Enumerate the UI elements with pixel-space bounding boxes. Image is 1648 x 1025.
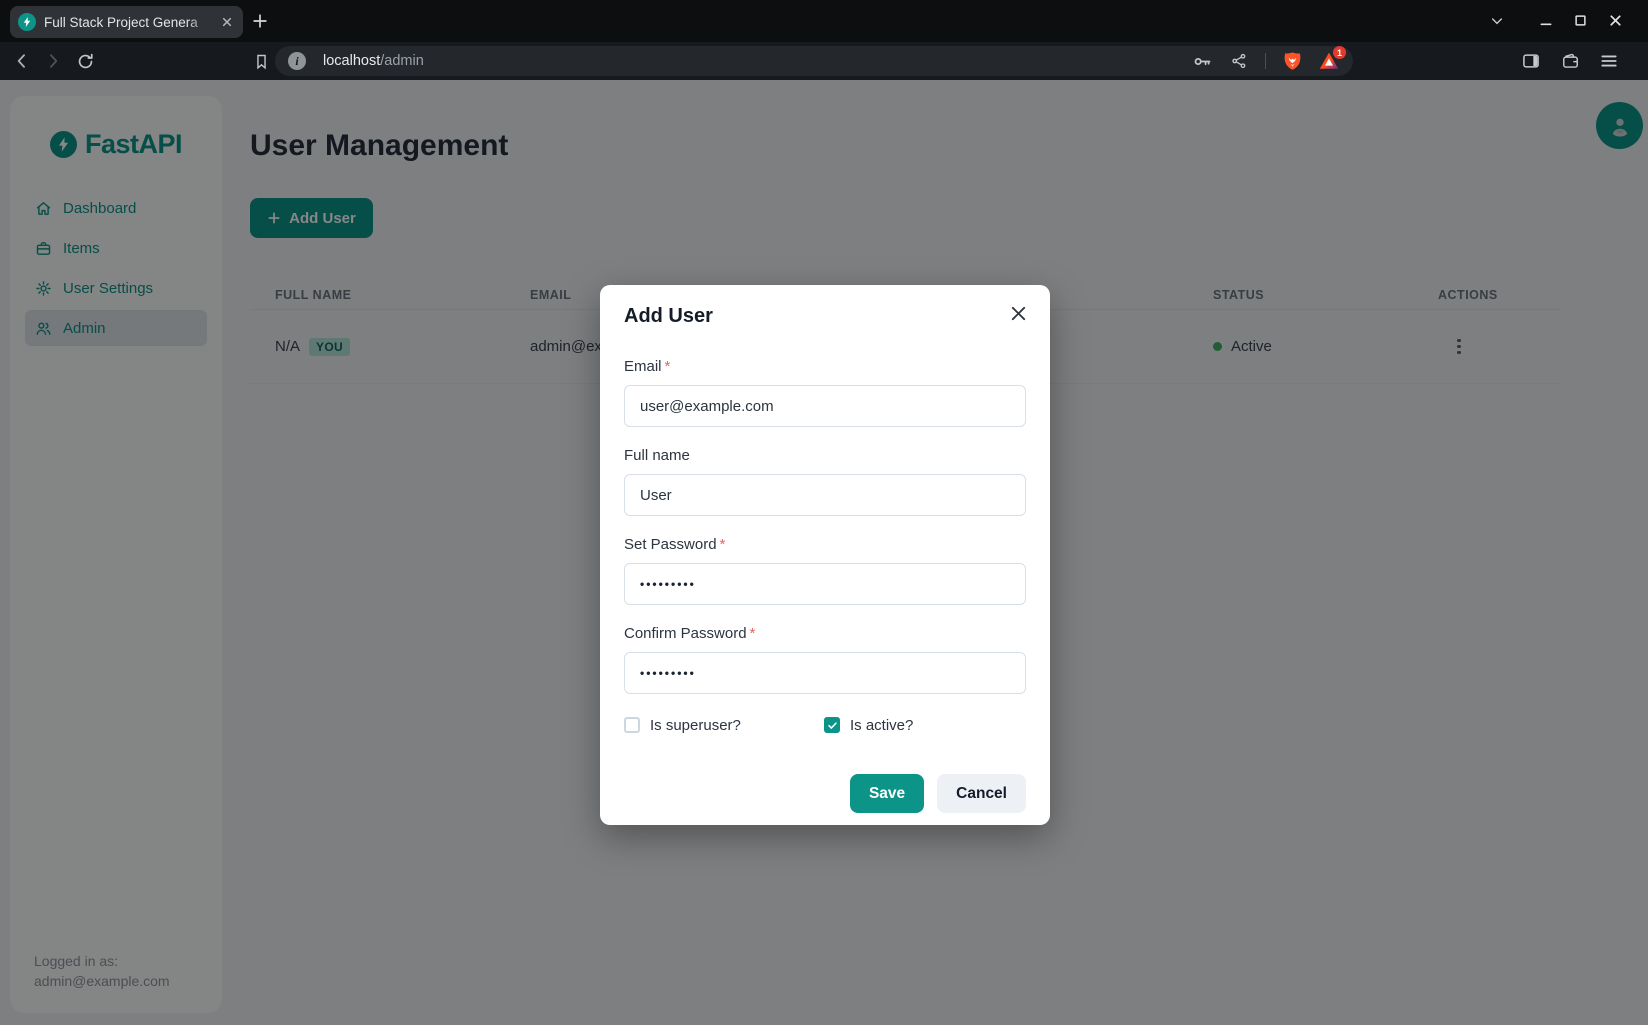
menu-hamburger-icon[interactable] [1598, 50, 1620, 72]
toolbar-divider [1265, 53, 1266, 69]
cancel-button[interactable]: Cancel [937, 774, 1026, 813]
confirm-password-field-group: Confirm Password* [624, 623, 1026, 694]
tab-search-chevron-icon[interactable] [1486, 10, 1507, 31]
brave-shield-icon[interactable] [1281, 50, 1303, 72]
is-superuser-checkbox[interactable]: Is superuser? [624, 717, 824, 734]
password-field-group: Set Password* [624, 534, 1026, 605]
required-marker: * [720, 536, 726, 553]
url-text: localhost/admin [323, 53, 424, 69]
email-field-group: Email* [624, 356, 1026, 427]
reload-button-icon[interactable] [74, 50, 96, 72]
bookmark-icon[interactable] [250, 50, 272, 72]
site-info-icon[interactable]: i [288, 52, 306, 70]
url-bar[interactable]: i localhost/admin 1 [275, 46, 1353, 76]
window-maximize-button[interactable] [1570, 10, 1591, 31]
checkbox-unchecked-icon[interactable] [624, 717, 640, 733]
browser-toolbar: i localhost/admin 1 [0, 42, 1648, 80]
forward-button-icon[interactable] [42, 50, 64, 72]
new-tab-button[interactable] [250, 11, 270, 31]
required-marker: * [750, 625, 756, 642]
fullname-field[interactable] [624, 474, 1026, 516]
is-active-checkbox[interactable]: Is active? [824, 717, 1024, 734]
confirm-password-label: Confirm Password* [624, 623, 1026, 645]
checkbox-checked-icon[interactable] [824, 717, 840, 733]
tab-title: Full Stack Project Genera [44, 15, 213, 30]
password-label: Set Password* [624, 534, 1026, 556]
password-key-icon[interactable] [1191, 50, 1213, 72]
confirm-password-field[interactable] [624, 652, 1026, 694]
fullname-label: Full name [624, 445, 1026, 467]
rewards-badge: 1 [1333, 46, 1346, 59]
modal-close-icon[interactable] [1006, 301, 1030, 325]
browser-tab[interactable]: Full Stack Project Genera [10, 6, 243, 38]
window-close-button[interactable] [1605, 10, 1626, 31]
password-field[interactable] [624, 563, 1026, 605]
is-superuser-label: Is superuser? [650, 717, 741, 734]
tab-close-icon[interactable] [219, 14, 235, 30]
fastapi-favicon-icon [18, 13, 36, 31]
wallet-icon[interactable] [1559, 50, 1581, 72]
fullname-field-group: Full name [624, 445, 1026, 516]
share-icon[interactable] [1228, 50, 1250, 72]
email-field[interactable] [624, 385, 1026, 427]
add-user-modal: Add User Email* Full name Set Password* … [600, 285, 1050, 825]
modal-title: Add User [624, 305, 1026, 328]
back-button-icon[interactable] [11, 50, 33, 72]
window-minimize-button[interactable] [1535, 10, 1556, 31]
browser-titlebar: Full Stack Project Genera [0, 0, 1648, 42]
sidebar-toggle-icon[interactable] [1520, 50, 1542, 72]
brave-rewards-icon[interactable]: 1 [1318, 50, 1340, 72]
is-active-label: Is active? [850, 717, 913, 734]
required-marker: * [665, 358, 671, 375]
save-button[interactable]: Save [850, 774, 924, 813]
email-label: Email* [624, 356, 1026, 378]
